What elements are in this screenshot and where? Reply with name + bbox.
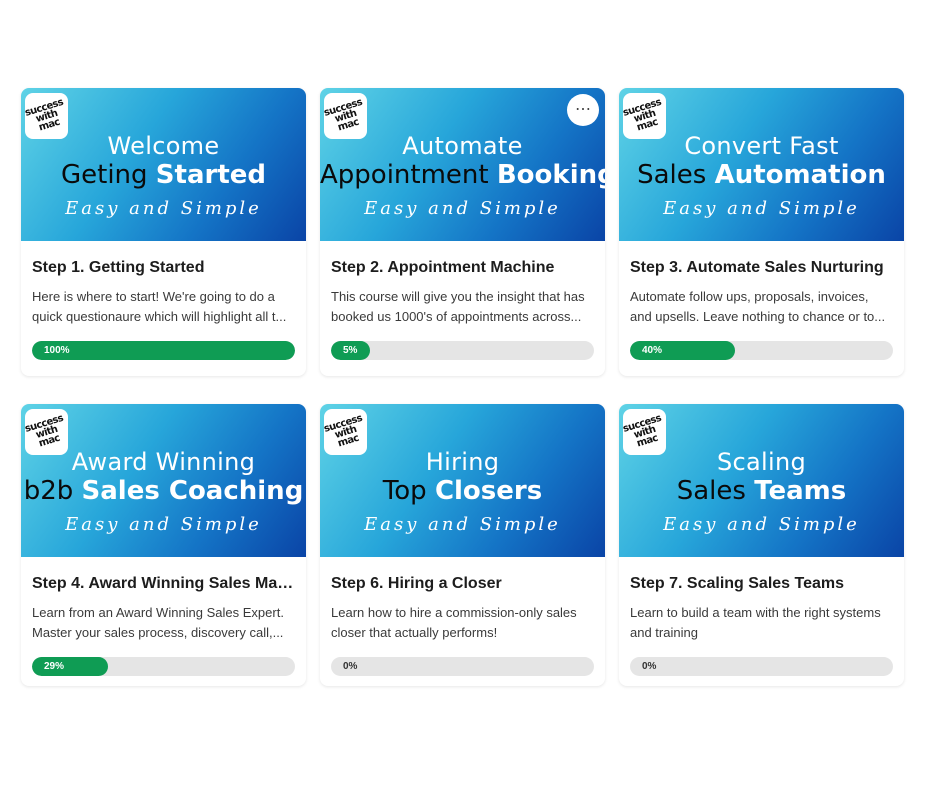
progress-bar: 40% (630, 341, 893, 360)
progress-bar: 29% (32, 657, 295, 676)
course-card[interactable]: success with mac Hiring Top Closers Easy a… (320, 404, 605, 686)
thumbnail-subheading: Sales Automation (637, 160, 886, 190)
course-title[interactable]: Step 2. Appointment Machine (331, 259, 594, 277)
course-description: Learn from an Award Winning Sales Expert… (32, 605, 284, 640)
more-options-icon[interactable]: ⋯ (567, 94, 599, 126)
thumbnail-heading: Hiring (425, 448, 500, 476)
course-thumbnail[interactable]: success with mac Automate Appointment Book… (320, 88, 605, 241)
thumbnail-subheading: Appointment Bookings (320, 160, 605, 190)
progress-label: 0% (343, 661, 358, 672)
thumbnail-heading: Award Winning (71, 448, 256, 476)
progress-bar: 5% (331, 341, 594, 360)
course-card[interactable]: success with mac Welcome Geting Started Ea… (21, 88, 306, 376)
thumbnail-subheading: Sales Teams (676, 476, 847, 506)
progress-bar: 100% (32, 341, 295, 360)
course-title[interactable]: Step 4. Award Winning Sales Mas... (32, 575, 295, 593)
course-card[interactable]: success with mac Scaling Sales Teams Easy … (619, 404, 904, 686)
thumbnail-subheading: Geting Started (60, 160, 266, 190)
thumbnail-tagline: Easy and Simple (663, 198, 860, 219)
course-card[interactable]: success with mac Automate Appointment Book… (320, 88, 605, 376)
course-title[interactable]: Step 3. Automate Sales Nurturing (630, 259, 893, 277)
course-thumbnail[interactable]: success with mac Convert Fast Sales Automa… (619, 88, 904, 241)
thumbnail-subheading: Top Closers (382, 476, 543, 506)
course-title[interactable]: Step 6. Hiring a Closer (331, 575, 594, 593)
course-thumbnail[interactable]: success with mac Scaling Sales Teams Easy … (619, 404, 904, 557)
course-thumbnail[interactable]: success with mac Welcome Geting Started Ea… (21, 88, 306, 241)
thumbnail-tagline: Easy and Simple (364, 514, 561, 535)
thumbnail-tagline: Easy and Simple (663, 514, 860, 535)
thumbnail-tagline: Easy and Simple (65, 198, 262, 219)
thumbnail-tagline: Easy and Simple (364, 198, 561, 219)
course-description: Automate follow ups, proposals, invoices… (630, 289, 886, 324)
thumbnail-heading: Welcome (107, 132, 220, 160)
progress-bar: 0% (331, 657, 594, 676)
course-description: Learn to build a team with the right sys… (630, 605, 881, 640)
progress-label: 29% (44, 661, 65, 672)
progress-fill (32, 341, 295, 360)
course-title[interactable]: Step 1. Getting Started (32, 259, 295, 277)
thumbnail-heading: Scaling (716, 448, 807, 476)
progress-label: 0% (642, 661, 657, 672)
course-card[interactable]: success with mac Award Winning b2b Sales C… (21, 404, 306, 686)
course-title[interactable]: Step 7. Scaling Sales Teams (630, 575, 893, 593)
progress-bar: 0% (630, 657, 893, 676)
course-description: Here is where to start! We're going to d… (32, 289, 287, 324)
progress-label: 100% (44, 345, 70, 356)
thumbnail-subheading: b2b Sales Coaching (23, 476, 304, 506)
progress-label: 40% (642, 345, 663, 356)
course-thumbnail[interactable]: success with mac Award Winning b2b Sales C… (21, 404, 306, 557)
course-card[interactable]: success with mac Convert Fast Sales Automa… (619, 88, 904, 376)
thumbnail-heading: Convert Fast (684, 132, 839, 160)
progress-label: 5% (343, 345, 358, 356)
course-description: This course will give you the insight th… (331, 289, 585, 324)
thumbnail-heading: Automate (402, 132, 523, 160)
thumbnail-tagline: Easy and Simple (65, 514, 262, 535)
course-description: Learn how to hire a commission-only sale… (331, 605, 577, 640)
course-thumbnail[interactable]: success with mac Hiring Top Closers Easy a… (320, 404, 605, 557)
